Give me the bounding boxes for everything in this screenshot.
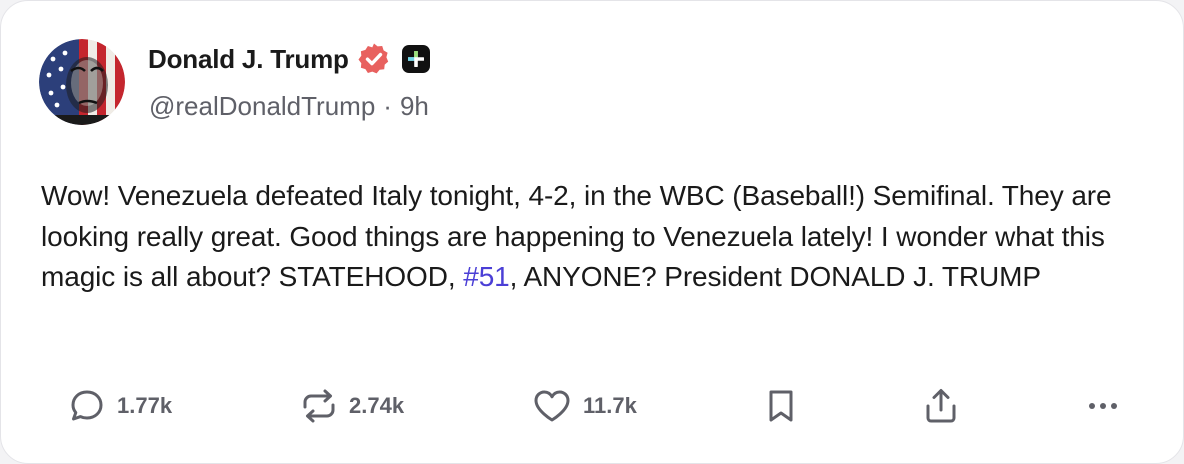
like-button[interactable]: 11.7k [531, 381, 637, 431]
meta-separator: · [383, 91, 392, 121]
author-name-row: Donald J. Trump [148, 41, 431, 77]
reply-count: 1.77k [117, 393, 173, 418]
share-icon [926, 389, 956, 423]
more-options-button[interactable] [1083, 381, 1123, 431]
hashtag-link[interactable]: #51 [463, 261, 510, 292]
reply-button[interactable]: 1.77k [67, 381, 172, 431]
heart-icon [534, 390, 570, 422]
share-button[interactable] [921, 381, 961, 431]
avatar-image [39, 39, 125, 125]
author-handle[interactable]: @realDonaldTrump [149, 91, 375, 122]
comment-icon [71, 390, 103, 421]
avatar[interactable] [39, 39, 125, 125]
bookmark-icon [769, 390, 793, 422]
repost-count: 2.74k [349, 393, 405, 418]
plus-subscription-icon [401, 45, 430, 73]
repost-icon [303, 389, 335, 423]
like-count: 11.7k [583, 393, 637, 418]
repost-button[interactable]: 2.74k [299, 381, 404, 431]
verified-badge-icon [358, 43, 388, 74]
post-text-end: , ANYONE? President DONALD J. TRUMP [509, 261, 1041, 292]
post-body: Wow! Venezuela defeated Italy tonight, 4… [41, 176, 1161, 298]
post-actions-bar: 1.77k 2.74k 11.7k [1, 381, 1184, 431]
post-card: Donald J. Trump @realDonaldTrump · 9h Wo… [0, 0, 1184, 464]
post-timestamp[interactable]: 9h [400, 91, 429, 122]
more-icon [1089, 403, 1117, 409]
author-display-name[interactable]: Donald J. Trump [148, 44, 349, 75]
author-meta-row: @realDonaldTrump · 9h [149, 91, 429, 122]
bookmark-button[interactable] [761, 381, 801, 431]
